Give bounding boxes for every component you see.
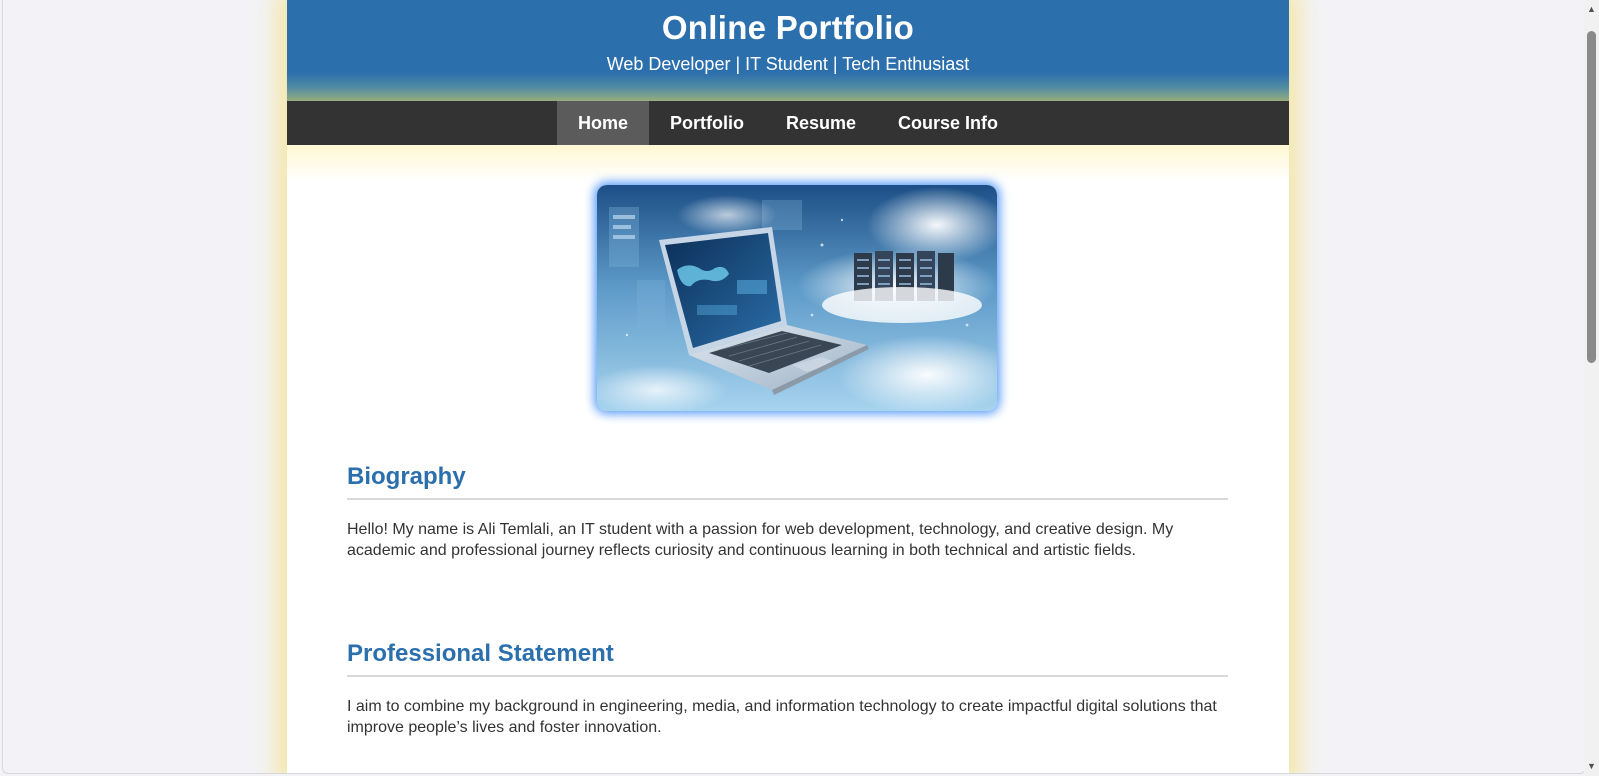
nav-home-link[interactable]: Home	[556, 101, 649, 145]
page-container: Online Portfolio Web Developer | IT Stud…	[287, 0, 1289, 773]
scroll-up-arrow-icon[interactable]: ▲	[1584, 2, 1599, 17]
biography-heading: Biography	[347, 462, 1228, 500]
nav-course-info-link[interactable]: Course Info	[877, 101, 1019, 145]
nav-resume-link[interactable]: Resume	[765, 101, 877, 145]
professional-statement-heading: Professional Statement	[347, 639, 1228, 677]
scroll-down-arrow-icon[interactable]: ▼	[1584, 759, 1599, 774]
site-title: Online Portfolio	[661, 9, 915, 46]
nav-portfolio-link[interactable]: Portfolio	[649, 101, 765, 145]
browser-viewport: Online Portfolio Web Developer | IT Stud…	[2, 0, 1586, 774]
professional-statement-text: I aim to combine my background in engine…	[347, 698, 1217, 736]
hero-image	[597, 185, 997, 411]
biography-section: Biography Hello! My name is Ali Temlali,…	[347, 462, 1228, 561]
main-nav: Home Portfolio Resume Course Info	[287, 101, 1289, 145]
biography-text: Hello! My name is Ali Temlali, an IT stu…	[347, 521, 1174, 559]
vertical-scrollbar[interactable]: ▲ ▼	[1584, 0, 1599, 776]
site-subtitle: Web Developer | IT Student | Tech Enthus…	[606, 54, 970, 74]
scroll-thumb[interactable]	[1587, 31, 1596, 363]
professional-statement-section: Professional Statement I aim to combine …	[347, 639, 1228, 738]
site-header: Online Portfolio Web Developer | IT Stud…	[287, 0, 1289, 101]
laptop-cloud-illustration	[597, 185, 997, 411]
nav-glow-band	[287, 145, 1289, 181]
